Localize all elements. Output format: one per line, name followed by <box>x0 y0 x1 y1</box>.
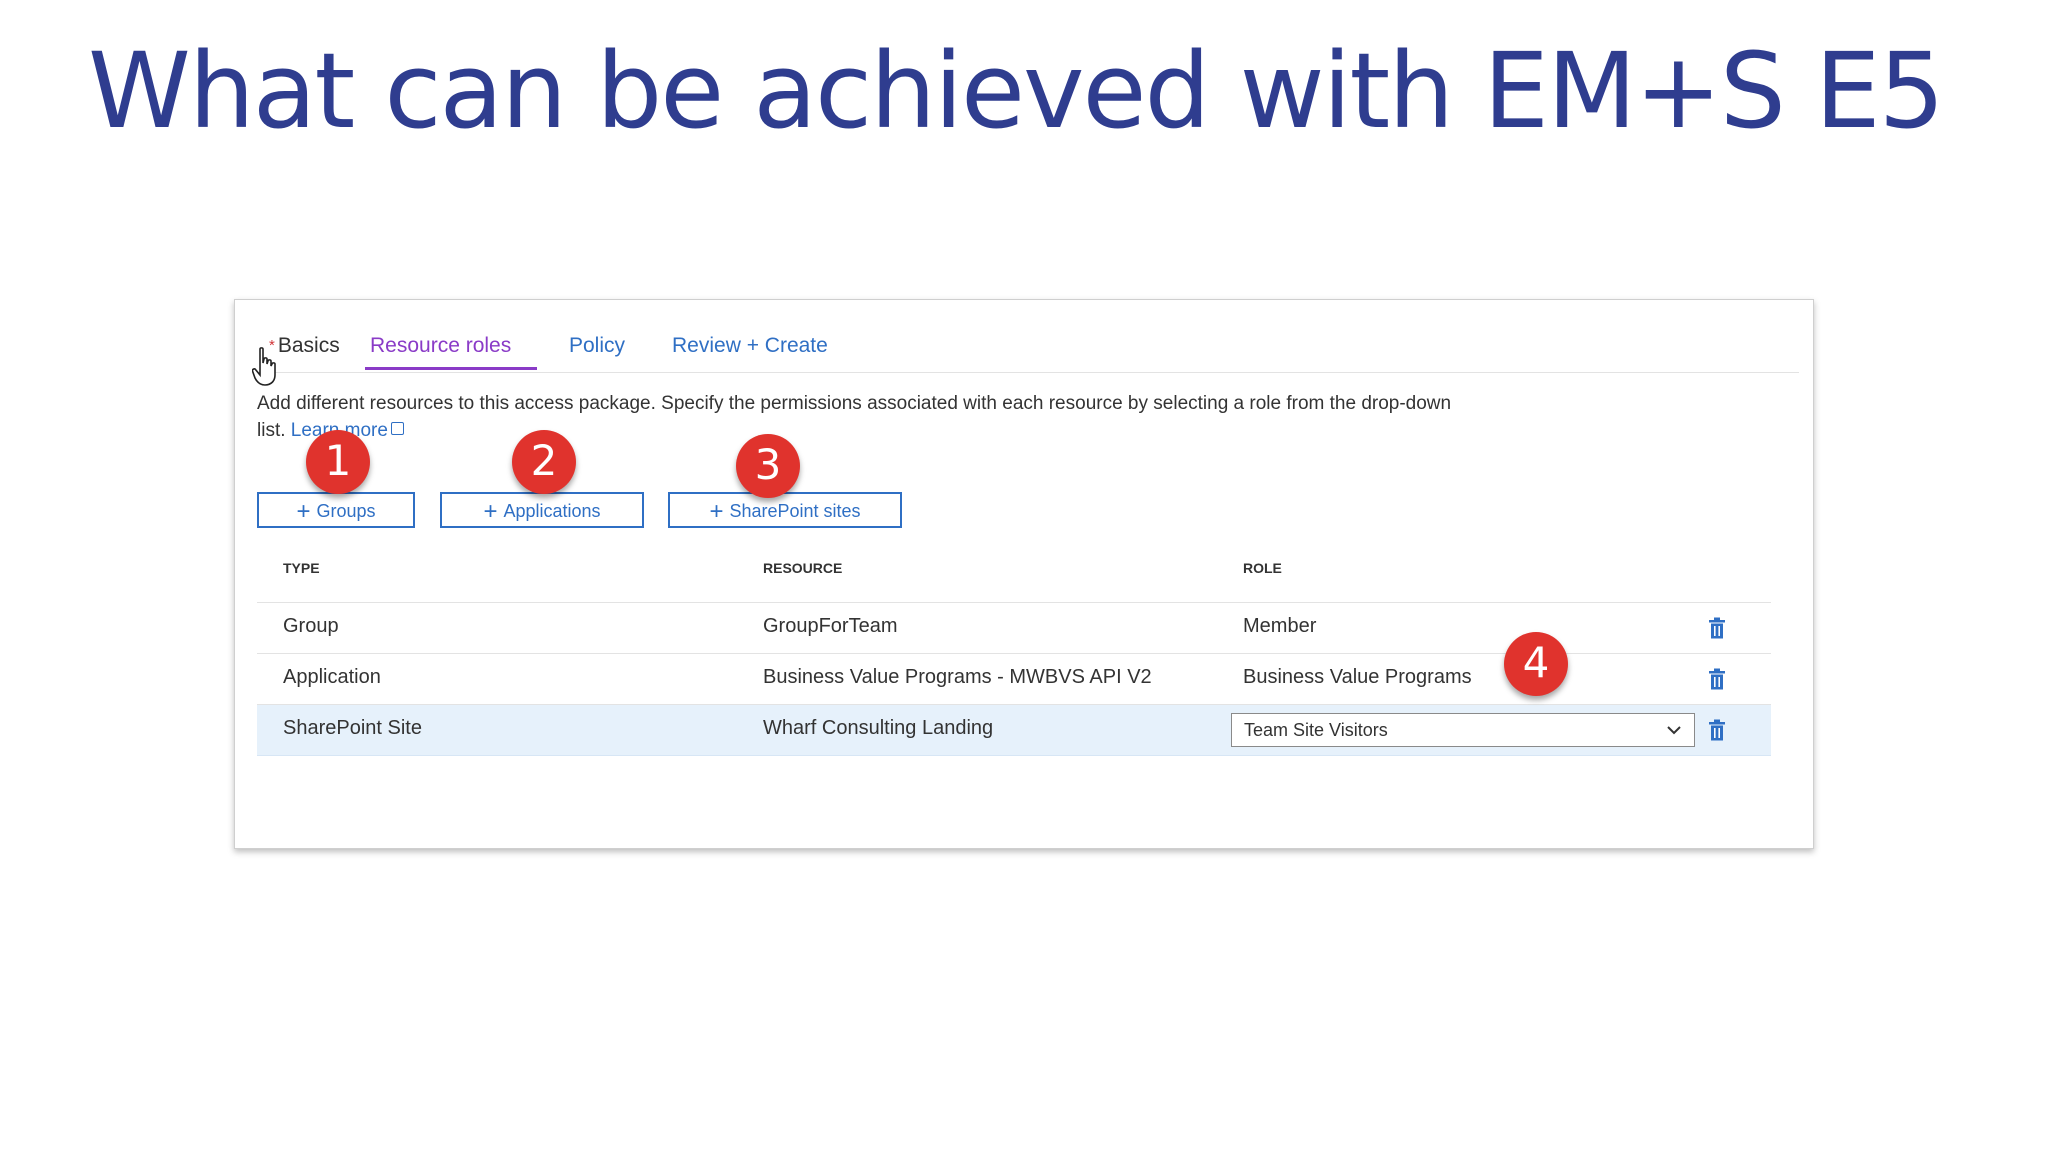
callout-badge-3: 3 <box>736 434 800 498</box>
header-role: ROLE <box>1243 560 1282 576</box>
external-link-icon <box>390 422 404 435</box>
tab-resource-roles[interactable]: Resource roles <box>370 328 511 364</box>
add-sharepoint-sites-button[interactable]: + SharePoint sites <box>668 492 902 528</box>
role-dropdown-value: Team Site Visitors <box>1244 720 1388 740</box>
add-groups-button[interactable]: + Groups <box>257 492 415 528</box>
cell-type: SharePoint Site <box>283 717 422 739</box>
tab-policy[interactable]: Policy <box>569 328 625 364</box>
description: Add different resources to this access p… <box>257 390 1457 444</box>
callout-badge-2: 2 <box>512 430 576 494</box>
tab-basics-label: Basics <box>277 334 340 357</box>
cell-resource: Wharf Consulting Landing <box>763 717 994 739</box>
plus-icon: + <box>709 498 724 525</box>
cell-role: Business Value Programs <box>1243 666 1472 688</box>
plus-icon: + <box>483 498 498 525</box>
header-type: TYPE <box>283 560 320 576</box>
header-resource: RESOURCE <box>763 560 843 576</box>
trash-icon[interactable] <box>1708 617 1726 639</box>
plus-icon: + <box>296 498 311 525</box>
access-package-panel: * Basics Resource roles Policy Review + C… <box>234 299 1814 849</box>
table-header: TYPE RESOURCE ROLE <box>257 546 1771 603</box>
hand-cursor-icon <box>252 347 276 386</box>
tab-review-create[interactable]: Review + Create <box>672 328 828 364</box>
slide-title: What can be achieved with EM+S E5 <box>88 30 1945 152</box>
cell-type: Group <box>283 615 339 637</box>
cell-role: Member <box>1243 615 1317 637</box>
trash-icon[interactable] <box>1708 668 1726 690</box>
active-tab-indicator <box>365 367 537 370</box>
add-sharepoint-label: SharePoint sites <box>729 501 861 521</box>
cell-resource: GroupForTeam <box>763 615 898 637</box>
add-applications-label: Applications <box>503 501 601 521</box>
cell-type: Application <box>283 666 381 688</box>
trash-icon[interactable] <box>1708 719 1726 741</box>
callout-badge-1: 1 <box>306 430 370 494</box>
callout-badge-4: 4 <box>1504 632 1568 696</box>
table-row-selected[interactable]: SharePoint Site Wharf Consulting Landing… <box>257 705 1771 756</box>
chevron-down-icon <box>1667 726 1681 735</box>
add-applications-button[interactable]: + Applications <box>440 492 644 528</box>
role-dropdown[interactable]: Team Site Visitors <box>1231 713 1695 747</box>
description-text: Add different resources to this access p… <box>257 393 1452 441</box>
tab-bar: * Basics Resource roles Policy Review + C… <box>257 328 1799 373</box>
cell-resource: Business Value Programs - MWBVS API V2 <box>763 666 1152 688</box>
add-groups-label: Groups <box>316 501 376 521</box>
